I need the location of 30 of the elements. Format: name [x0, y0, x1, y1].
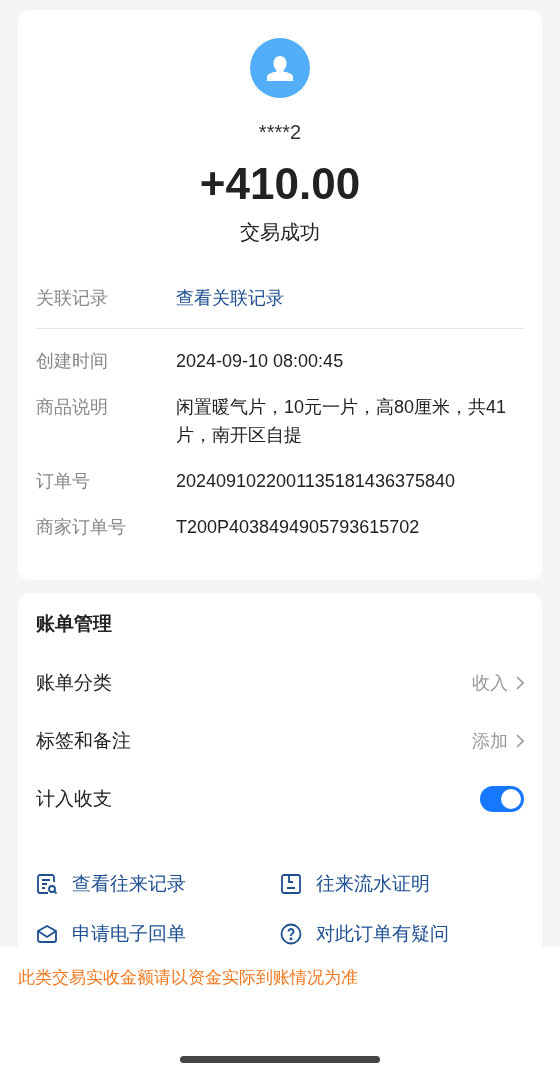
field-value: 闲置暖气片，10元一片，高80厘米，共41片，南开区自提 — [176, 396, 508, 447]
envelope-icon — [36, 924, 58, 944]
row-label: 标签和备注 — [36, 728, 131, 753]
action-link[interactable]: 查看往来记录 — [36, 870, 280, 898]
section-title: 账单管理 — [36, 612, 113, 636]
field-label: 关联记录 — [36, 286, 109, 310]
avatar-icon — [250, 38, 310, 98]
row-label: 计入收支 — [36, 786, 112, 811]
field-label: 创建时间 — [36, 350, 109, 373]
field-value: 2024-09-10 08:00:45 — [176, 350, 345, 373]
field-label: 订单号 — [36, 470, 91, 493]
related-records-link[interactable]: 查看关联记录 — [176, 284, 284, 312]
document-icon — [280, 873, 302, 895]
status-text: 交易成功 — [240, 220, 320, 245]
action-link[interactable]: 往来流水证明 — [280, 870, 524, 898]
field-value: T200P4038494905793615702 — [176, 516, 421, 539]
field-label: 商品说明 — [36, 396, 109, 419]
action-link[interactable]: 申请电子回单 — [36, 920, 280, 947]
payer-name: ****2 — [258, 120, 302, 145]
amount: +410.00 — [199, 158, 361, 210]
notice-text: 此类交易实收金额请以资金实际到账情况为准 — [18, 967, 359, 989]
field-value: 2024091022001135181436375840 — [176, 470, 456, 493]
toggle-switch[interactable] — [480, 786, 524, 812]
field-label: 商家订单号 — [36, 516, 127, 539]
search-document-icon — [36, 873, 58, 895]
row-label: 账单分类 — [36, 670, 112, 695]
question-icon — [280, 923, 302, 945]
chevron-right-icon — [516, 676, 524, 690]
chevron-right-icon — [516, 734, 524, 748]
action-link[interactable]: 对此订单有疑问 — [280, 920, 524, 947]
